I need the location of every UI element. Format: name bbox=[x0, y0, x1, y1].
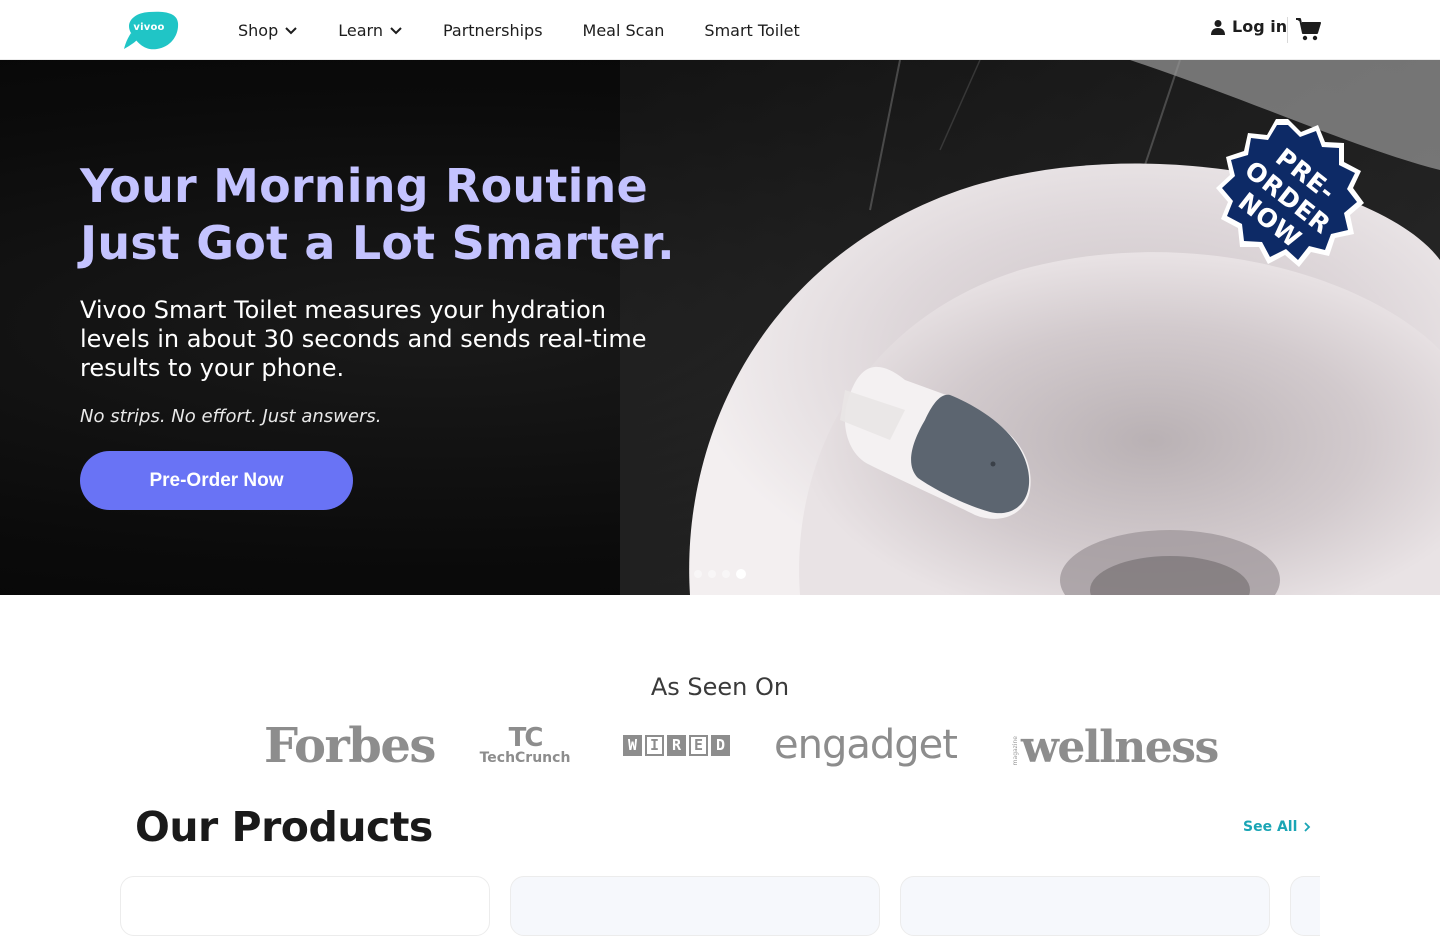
hero-title-line-2: Just Got a Lot Smarter. bbox=[80, 216, 675, 270]
hero-banner: Your Morning Routine Just Got a Lot Smar… bbox=[0, 60, 1440, 595]
forbes-logo: Forbes bbox=[264, 718, 436, 774]
logo-text: vivoo bbox=[133, 22, 165, 33]
nav-item-shop[interactable]: Shop bbox=[238, 21, 298, 40]
techcrunch-logo: TC TechCrunch bbox=[476, 723, 574, 766]
nav-item-partnerships[interactable]: Partnerships bbox=[443, 21, 543, 40]
nav-label: Partnerships bbox=[442, 20, 543, 40]
see-all-label: See All bbox=[1243, 819, 1298, 835]
wired-letter: I bbox=[645, 735, 664, 756]
wired-letter: W bbox=[623, 735, 642, 756]
carousel-dot-4[interactable] bbox=[736, 569, 746, 579]
hero-title-line-1: Your Morning Routine bbox=[80, 159, 648, 213]
pre-order-button[interactable]: Pre-Order Now bbox=[80, 451, 353, 510]
product-card[interactable] bbox=[900, 876, 1270, 936]
product-card[interactable] bbox=[120, 876, 490, 936]
nav-item-meal-scan[interactable]: Meal Scan bbox=[583, 21, 665, 40]
wired-letter: E bbox=[689, 735, 708, 756]
nav-label: Smart Toilet bbox=[704, 20, 800, 40]
chevron-down-icon bbox=[285, 27, 297, 35]
hero-note: No strips. No effort. Just answers. bbox=[80, 406, 382, 427]
nav-label: Meal Scan bbox=[582, 20, 665, 40]
hero-title: Your Morning Routine Just Got a Lot Smar… bbox=[80, 158, 720, 272]
chevron-down-icon bbox=[390, 27, 402, 35]
techcrunch-mark: TC bbox=[508, 723, 544, 753]
carousel-dot-3[interactable] bbox=[722, 570, 730, 578]
wired-letter: D bbox=[711, 735, 730, 756]
site-header: vivoo Shop Learn Partnerships Meal Scan … bbox=[0, 0, 1440, 60]
login-label: Log in bbox=[1232, 17, 1288, 36]
nav-label: Shop bbox=[238, 20, 279, 40]
techcrunch-name: TechCrunch bbox=[479, 750, 571, 766]
as-seen-on-title: As Seen On bbox=[650, 673, 790, 701]
pre-order-badge[interactable]: PRE- ORDER NOW bbox=[1204, 113, 1372, 281]
nav-item-learn[interactable]: Learn bbox=[338, 21, 403, 40]
see-all-link[interactable]: See All bbox=[1243, 819, 1311, 835]
user-icon bbox=[1211, 19, 1225, 35]
wired-logo: W I R E D bbox=[623, 735, 730, 756]
chevron-right-icon bbox=[1304, 822, 1311, 832]
product-card[interactable] bbox=[510, 876, 880, 936]
nav-label: Learn bbox=[338, 20, 383, 40]
header-divider bbox=[1287, 17, 1288, 43]
engadget-logo: engadget bbox=[774, 722, 958, 768]
login-link[interactable]: Log in bbox=[1210, 17, 1287, 36]
wired-letter: R bbox=[667, 735, 686, 756]
our-products-title: Our Products bbox=[135, 803, 433, 851]
wellness-prefix: magazine bbox=[1012, 735, 1019, 765]
carousel-dot-2[interactable] bbox=[708, 570, 716, 578]
carousel-dot-1[interactable] bbox=[694, 570, 702, 578]
nav-item-smart-toilet[interactable]: Smart Toilet bbox=[704, 21, 799, 40]
carousel-dots bbox=[694, 569, 746, 579]
vivoo-logo[interactable]: vivoo bbox=[123, 9, 179, 51]
cart-icon[interactable] bbox=[1295, 16, 1321, 42]
hero-subtitle: Vivoo Smart Toilet measures your hydrati… bbox=[80, 296, 647, 382]
main-nav: Shop Learn Partnerships Meal Scan Smart … bbox=[238, 0, 800, 60]
product-card[interactable] bbox=[1290, 876, 1320, 936]
wellness-logo: magazine wellness bbox=[1012, 722, 1219, 773]
wellness-word: wellness bbox=[1021, 722, 1219, 773]
